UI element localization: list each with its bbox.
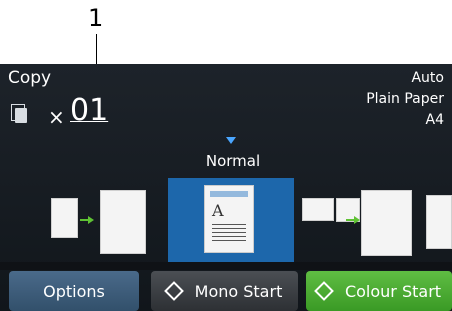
callout-number: 1 bbox=[88, 4, 104, 32]
copy-option-carousel[interactable]: A bbox=[0, 178, 452, 270]
quality-label: Normal bbox=[205, 152, 261, 170]
copies-count[interactable]: 01 bbox=[70, 93, 108, 128]
two-sided-copy-icon bbox=[100, 190, 146, 254]
copy-settings[interactable]: Auto Plain Paper A4 bbox=[366, 68, 444, 131]
triangle-down-icon bbox=[226, 137, 236, 144]
document-letter-icon: A bbox=[212, 201, 224, 220]
mono-start-label: Mono Start bbox=[194, 281, 283, 301]
auto-setting: Auto bbox=[411, 70, 444, 86]
two-sided-original-icon bbox=[51, 198, 78, 238]
colour-start-label: Colour Start bbox=[344, 281, 442, 301]
diamond-icon bbox=[163, 281, 184, 301]
options-label: Options bbox=[43, 281, 105, 301]
document-text-lines bbox=[212, 224, 246, 244]
arrow-right-icon bbox=[80, 216, 94, 224]
selected-option-normal[interactable]: A bbox=[168, 178, 294, 270]
copies-multiplier: × bbox=[48, 105, 65, 129]
document-preview-icon: A bbox=[204, 185, 254, 253]
options-button[interactable]: Options bbox=[9, 271, 139, 311]
id-copy-icon bbox=[361, 190, 412, 256]
paper-type-setting: Plain Paper bbox=[366, 91, 444, 107]
document-header-bar bbox=[210, 191, 248, 197]
arrow-right-icon bbox=[346, 216, 360, 224]
page-title: Copy bbox=[8, 68, 52, 88]
mono-start-button[interactable]: Mono Start bbox=[151, 271, 298, 311]
copy-screen: Copy × 01 Auto Plain Paper A4 Normal A O… bbox=[0, 64, 452, 311]
paper-size-setting: A4 bbox=[425, 112, 444, 128]
document-copies-icon bbox=[11, 104, 27, 123]
colour-start-button[interactable]: Colour Start bbox=[306, 271, 452, 311]
action-buttons: Options Mono Start Colour Start bbox=[0, 271, 452, 311]
carousel-shadow bbox=[0, 262, 452, 270]
id-card-icon bbox=[302, 198, 334, 221]
diamond-icon bbox=[314, 281, 334, 301]
next-option-icon bbox=[426, 195, 452, 249]
